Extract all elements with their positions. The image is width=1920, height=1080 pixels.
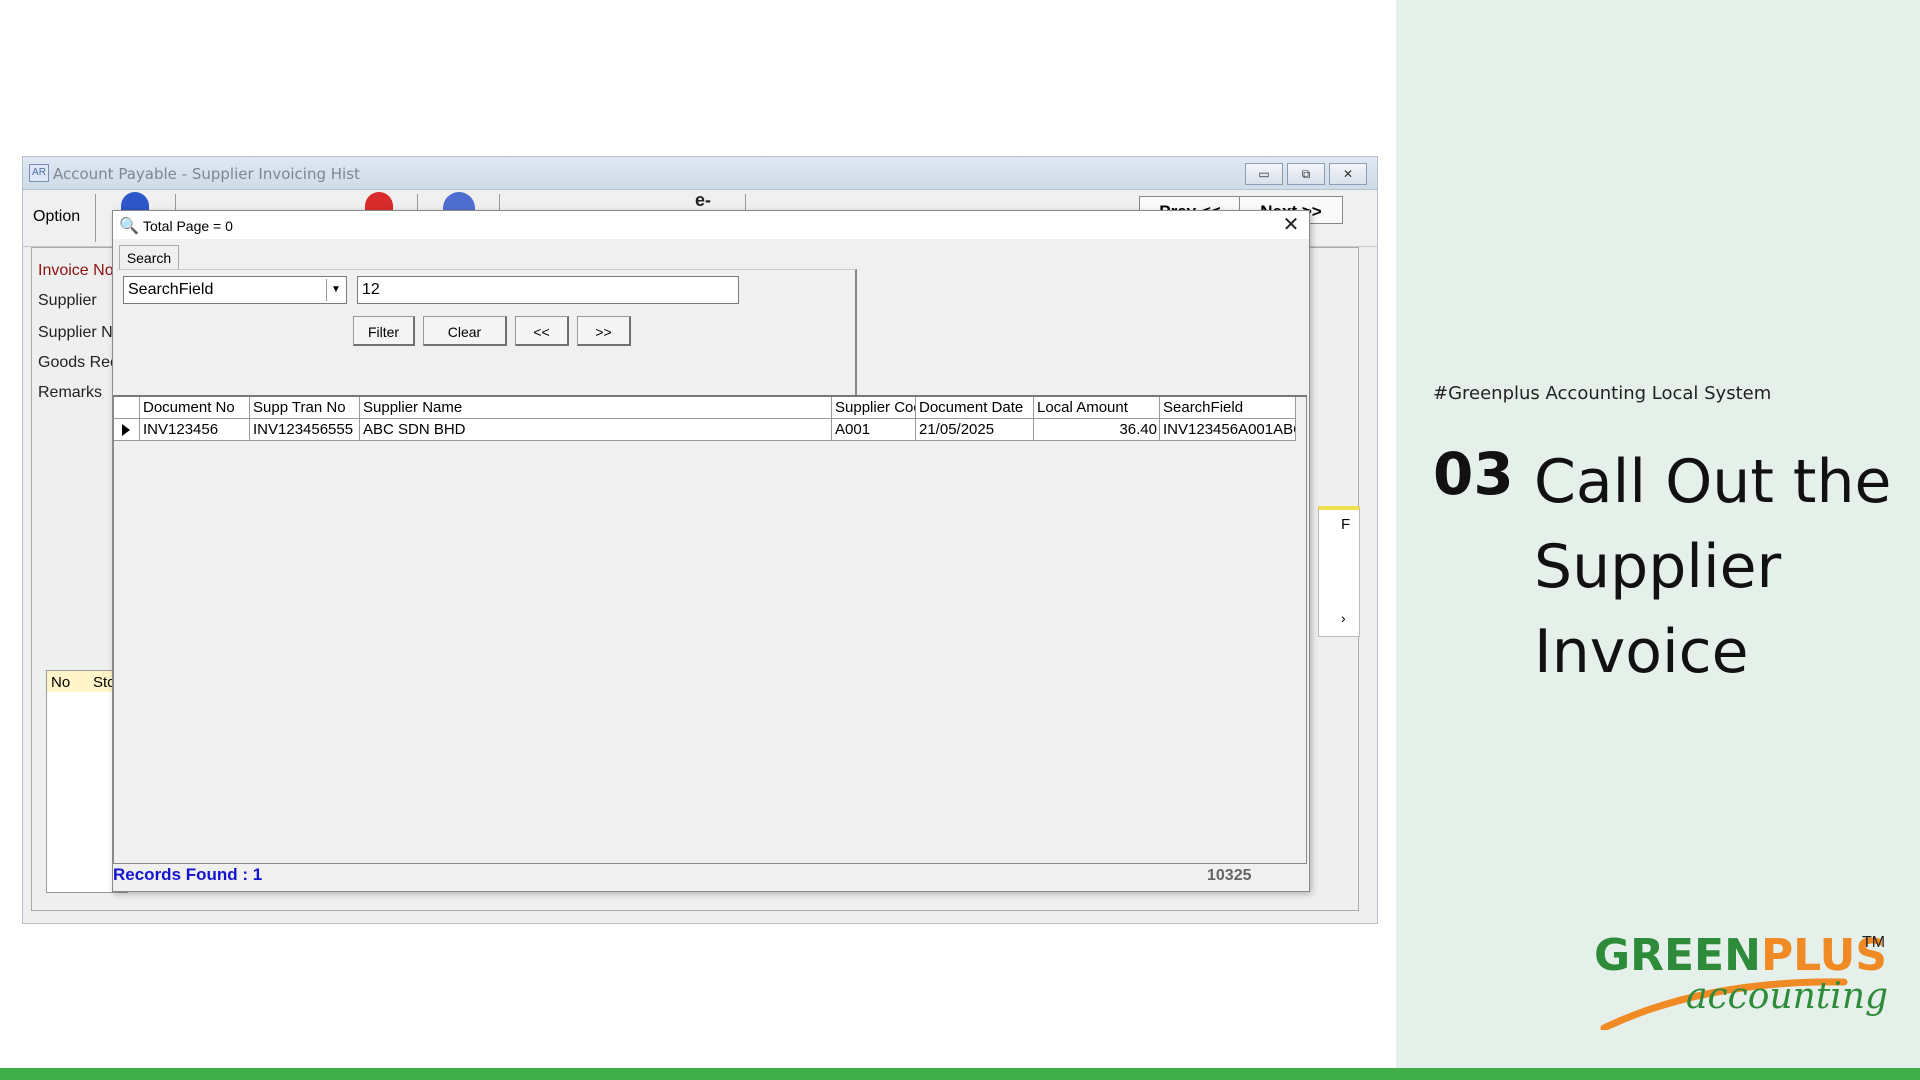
search-panel: SearchField ▼ Filter Clear << >> [117, 269, 857, 396]
results-grid[interactable]: Document No Supp Tran No Supplier Name S… [113, 395, 1307, 864]
row-selector[interactable] [114, 419, 140, 441]
remarks-label: Remarks [38, 384, 103, 401]
filter-button[interactable]: Filter [353, 316, 415, 346]
e-invoice-button[interactable]: e- [695, 190, 711, 211]
col-supplier-code[interactable]: Supplier Code [832, 397, 916, 419]
chevron-down-icon[interactable]: ▼ [326, 279, 345, 301]
table-row[interactable]: INV123456 INV123456555 ABC SDN BHD A001 … [114, 419, 1296, 441]
cell-supplier-name[interactable]: ABC SDN BHD [360, 419, 832, 441]
invoice-no-label: Invoice No [38, 262, 114, 279]
header-corner [114, 397, 140, 419]
tab-search[interactable]: Search [119, 245, 179, 270]
window-close-button[interactable]: ✕ [1329, 163, 1367, 185]
records-found-label: Records Found : 1 [113, 865, 263, 884]
minimize-button[interactable]: ▭ [1245, 163, 1283, 185]
window-title: Account Payable - Supplier Invoicing His… [53, 165, 360, 183]
cell-supp-tran-no[interactable]: INV123456555 [250, 419, 360, 441]
logo-green-text: GREEN [1594, 930, 1761, 981]
magnifier-icon: 🔍 [119, 218, 139, 235]
results-grid-header: Document No Supp Tran No Supplier Name S… [114, 397, 1296, 419]
search-field-value: SearchField [128, 281, 214, 298]
col-searchfield[interactable]: SearchField [1160, 397, 1296, 419]
logo-wordmark: GREENPLUS [1594, 930, 1887, 981]
col-local-amount[interactable]: Local Amount [1034, 397, 1160, 419]
step-number: 03 [1433, 440, 1514, 508]
cell-document-date[interactable]: 21/05/2025 [916, 419, 1034, 441]
clear-button[interactable]: Clear [423, 316, 507, 346]
bottom-accent-bar [0, 1068, 1920, 1080]
scroll-right-icon[interactable]: › [1341, 610, 1346, 626]
cell-document-no[interactable]: INV123456 [140, 419, 250, 441]
search-field-select[interactable]: SearchField ▼ [123, 276, 347, 304]
option-menu[interactable]: Option [33, 208, 80, 226]
next-page-button[interactable]: >> [577, 316, 631, 346]
col-document-date[interactable]: Document Date [916, 397, 1034, 419]
supplier-label: Supplier [38, 292, 97, 309]
side-grid[interactable]: F › [1318, 506, 1360, 637]
logo-subtitle: accounting [1686, 976, 1889, 1017]
side-grid-header: F [1341, 516, 1351, 533]
dialog-title: Total Page = 0 [143, 218, 233, 234]
search-dialog: 🔍 Total Page = 0 ✕ Search SearchField ▼ … [112, 210, 1310, 892]
goods-received-label: Goods Rec [38, 354, 118, 371]
col-document-no[interactable]: Document No [140, 397, 250, 419]
logo-trademark: TM [1862, 934, 1886, 951]
dialog-close-button[interactable]: ✕ [1279, 213, 1303, 237]
supplier-name-label: Supplier N [38, 324, 113, 341]
detail-col-no: No [51, 674, 71, 691]
window-titlebar[interactable]: AR Account Payable - Supplier Invoicing … [23, 157, 1377, 190]
dialog-titlebar[interactable]: 🔍 Total Page = 0 ✕ [113, 211, 1309, 239]
restore-button[interactable]: ⧉ [1287, 163, 1325, 185]
cell-supplier-code[interactable]: A001 [832, 419, 916, 441]
cell-searchfield[interactable]: INV123456A001ABC [1160, 419, 1296, 441]
search-input[interactable] [357, 276, 739, 304]
row-pointer-icon [122, 424, 130, 436]
greenplus-logo: GREENPLUS TM accounting [1594, 930, 1894, 1030]
col-supplier-name[interactable]: Supplier Name [360, 397, 832, 419]
app-icon: AR [29, 164, 49, 182]
col-supp-tran-no[interactable]: Supp Tran No [250, 397, 360, 419]
code-number: 10325 [1207, 867, 1252, 884]
hashtag-text: #Greenplus Accounting Local System [1433, 383, 1772, 404]
cell-local-amount[interactable]: 36.40 [1034, 419, 1160, 441]
prev-page-button[interactable]: << [515, 316, 569, 346]
toolbar-separator [95, 194, 96, 242]
step-title: Call Out the Supplier Invoice [1534, 447, 1892, 687]
